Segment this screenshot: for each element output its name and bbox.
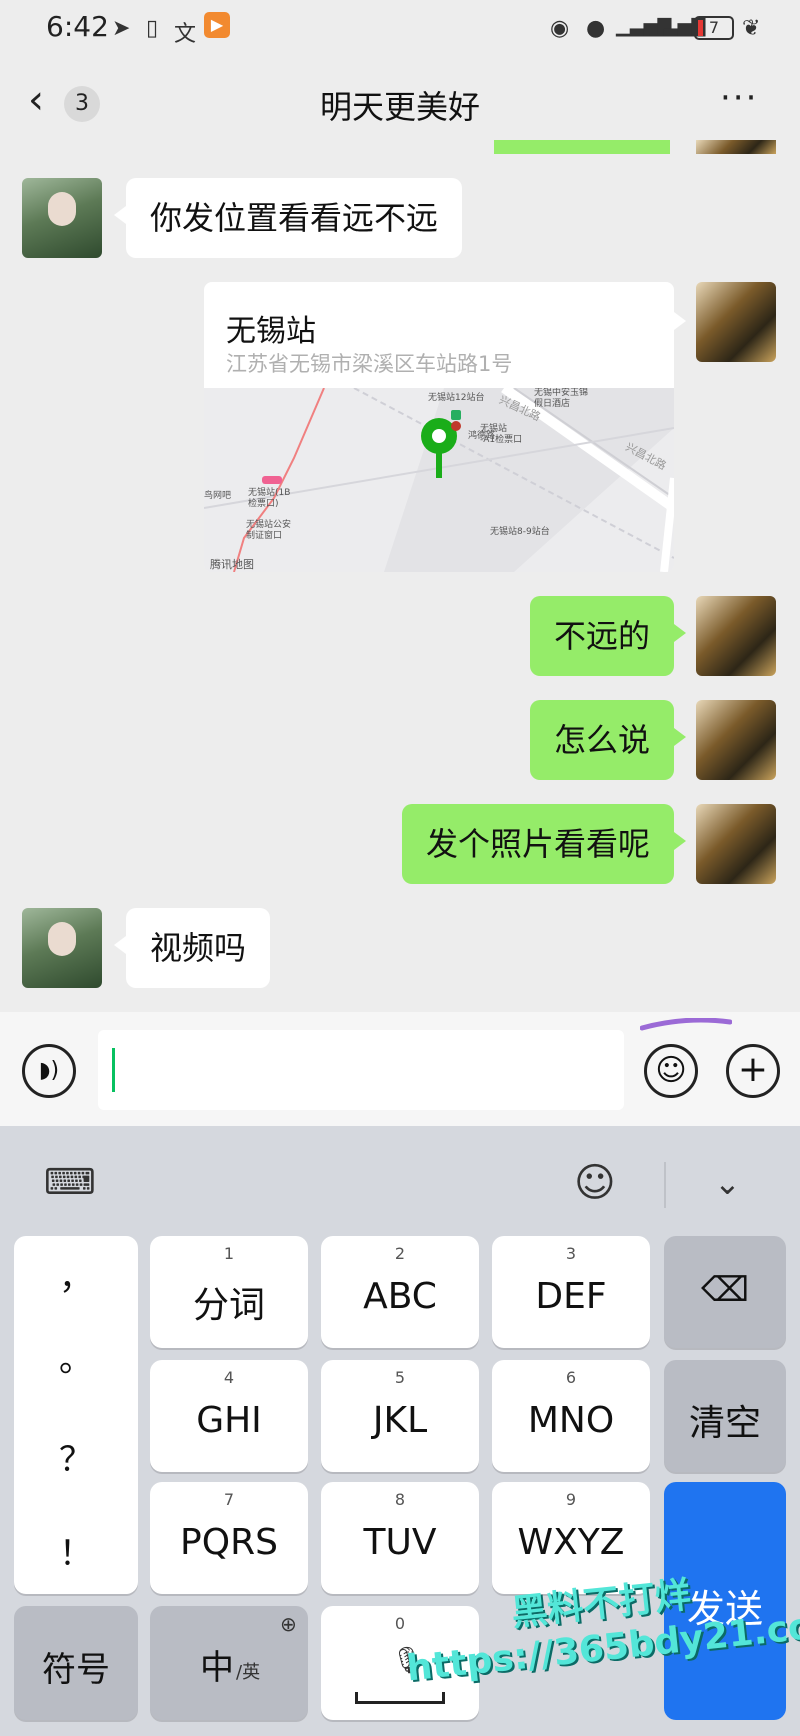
key-1[interactable]: 1 分词 (150, 1236, 308, 1348)
toolbar-divider (664, 1162, 666, 1208)
keyboard-emoji-icon[interactable]: ☺ (574, 1160, 616, 1206)
map-label: 无锡站12站台 (428, 393, 485, 403)
message-bubble[interactable]: 视频吗 (113, 908, 271, 988)
punctuation-column[interactable]: ， 。 ？ ！ (14, 1236, 138, 1594)
key-7[interactable]: 7 PQRS (150, 1482, 308, 1594)
collapse-keyboard-icon[interactable]: ⌄ (714, 1164, 741, 1202)
location-icon: ● (586, 16, 606, 41)
message-input[interactable] (98, 1030, 624, 1110)
map-label: 无锡站8-9站台 (490, 527, 550, 537)
globe-icon: ⊕ (280, 1612, 297, 1636)
status-time: 6:42 (46, 10, 109, 43)
battery-icon: 7 (694, 16, 734, 40)
map-label: 无锡中安玉锦 假日酒店 (534, 388, 589, 409)
location-address: 江苏省无锡市梁溪区车站路1号 (226, 352, 513, 376)
telegram-icon: ➤ (112, 16, 131, 41)
translate-icon: 文 (174, 22, 197, 47)
plus-icon[interactable]: + (726, 1044, 780, 1098)
language-toggle-key[interactable]: ⊕ 中 /英 (150, 1606, 308, 1720)
map-label: 无锡站(1B 检票口) (248, 488, 291, 509)
my-avatar[interactable] (696, 804, 776, 884)
punctuation-key[interactable]: ， (14, 1250, 138, 1299)
eye-icon: ◉ (550, 16, 570, 41)
voice-input-icon[interactable]: ◗) (22, 1044, 76, 1098)
my-avatar[interactable] (696, 700, 776, 780)
video-app-icon: ▶ (204, 12, 230, 38)
message-bubble[interactable]: 不远的 (529, 596, 687, 676)
map-label: 鸟网吧 (204, 491, 232, 501)
contact-avatar[interactable] (22, 908, 102, 988)
message-bubble[interactable]: 你发位置看看远不远 (113, 178, 463, 258)
space-bar-icon (355, 1692, 445, 1704)
map-attribution: 腾讯地图 (210, 558, 254, 571)
map-preview: 无锡站12站台 无锡中安玉锦 假日酒店 兴昌北路 鸿德路 无锡站 -A1检票口 … (204, 388, 674, 572)
punctuation-key[interactable]: 。 (14, 1332, 138, 1381)
phone-icon: ▯ (146, 16, 159, 41)
key-6[interactable]: 6 MNO (492, 1360, 650, 1472)
punctuation-key[interactable]: ？ (14, 1432, 138, 1481)
key-4[interactable]: 4 GHI (150, 1360, 308, 1472)
map-label: 无锡站公安 制证窗口 (246, 520, 292, 541)
key-8[interactable]: 8 TUV (321, 1482, 479, 1594)
battery-level: 7 (708, 18, 720, 37)
leaf-icon: ❦ (742, 16, 761, 41)
map-label: 无锡站 -A1检票口 (480, 424, 523, 445)
message-bubble[interactable]: 怎么说 (529, 700, 687, 780)
more-menu-icon[interactable]: ··· (720, 78, 758, 118)
status-bar: 6:42 ➤ ▯ 文 ▶ ◉ ● ▁▃▅▇ ▁▃▅▇ 7 ❦ (0, 0, 800, 60)
my-avatar[interactable] (696, 282, 776, 362)
backspace-key[interactable]: ⌫ (664, 1236, 786, 1348)
previous-bubble-fragment (494, 140, 670, 154)
clear-key[interactable]: 清空 (664, 1360, 786, 1472)
punctuation-key[interactable]: ！ (14, 1526, 138, 1575)
location-card-tail (674, 312, 686, 330)
key-9[interactable]: 9 WXYZ (492, 1482, 650, 1594)
text-caret (112, 1048, 115, 1092)
my-avatar[interactable] (696, 596, 776, 676)
backspace-icon: ⌫ (700, 1270, 750, 1310)
location-card[interactable]: 无锡站 江苏省无锡市梁溪区车站路1号 无锡站12站台 无锡中安玉锦 假日酒店 兴… (204, 282, 674, 572)
emoji-icon[interactable]: ☺ (644, 1044, 698, 1098)
map-graphic (204, 388, 674, 572)
contact-avatar[interactable] (22, 178, 102, 258)
chat-title: 明天更美好 (319, 88, 480, 126)
previous-avatar-fragment (696, 140, 776, 154)
purple-scribble (640, 1018, 732, 1031)
message-bubble[interactable]: 发个照片看看呢 (401, 804, 687, 884)
key-5[interactable]: 5 JKL (321, 1360, 479, 1472)
location-name: 无锡站 (226, 314, 316, 349)
symbols-key[interactable]: 符号 (14, 1606, 138, 1720)
key-3[interactable]: 3 DEF (492, 1236, 650, 1348)
keyboard-globe-icon[interactable]: ⌨ (44, 1162, 96, 1203)
key-2[interactable]: 2 ABC (321, 1236, 479, 1348)
